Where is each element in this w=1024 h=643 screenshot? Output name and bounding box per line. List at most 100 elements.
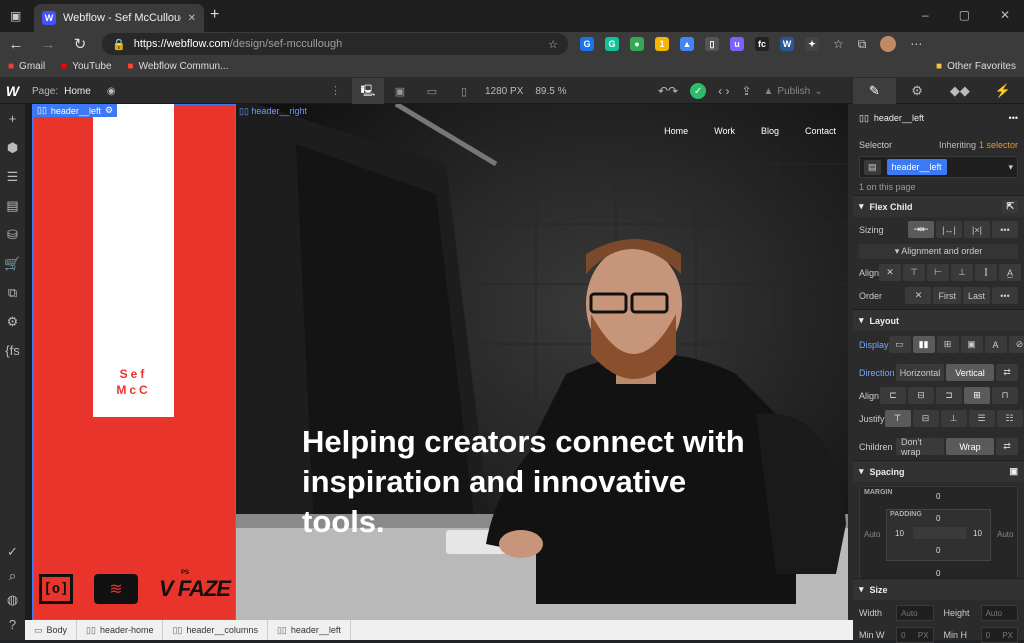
flex-child-section[interactable]: ▾ Flex Child ⇱ (853, 195, 1024, 217)
help-icon[interactable]: ? (0, 612, 25, 636)
breadcrumb-item[interactable]: ▭ Body (25, 620, 78, 640)
gear-icon[interactable]: ⚙ (105, 105, 113, 116)
code-icon[interactable]: ‹ › (718, 84, 729, 98)
maximize-icon[interactable]: ▢ (959, 8, 970, 22)
breadcrumb-item[interactable]: ▯▯ header__left (268, 620, 351, 640)
selector-field[interactable]: ▤ header__left ▾ (859, 156, 1018, 178)
reverse-icon[interactable]: ⇄ (996, 364, 1018, 381)
collections-icon[interactable]: ⧉ (858, 37, 867, 52)
page-selector[interactable]: Page: Home ◉ (32, 78, 116, 104)
back-icon[interactable]: ← (0, 36, 32, 53)
settings-icon[interactable]: ⚙ (0, 307, 25, 336)
bookmark-item[interactable]: ■ YouTube (61, 61, 111, 72)
u-ext-icon[interactable]: u (730, 37, 744, 51)
assets-icon[interactable]: ⧉ (0, 278, 25, 307)
justify-end-icon[interactable]: ⊥ (940, 410, 967, 427)
nav-link-blog[interactable]: Blog (761, 126, 779, 136)
width-input[interactable]: Auto (896, 605, 934, 621)
navigator-icon[interactable]: ☰ (0, 162, 25, 191)
ecommerce-icon[interactable]: 🛒 (0, 249, 25, 278)
fs-ext-icon[interactable]: fc (755, 37, 769, 51)
align-stretch-icon[interactable]: ⫿ (975, 264, 998, 281)
nav-link-home[interactable]: Home (664, 126, 688, 136)
selector-tag[interactable]: header__left (886, 159, 947, 175)
margin-right-value[interactable]: Auto (997, 530, 1013, 539)
users-icon[interactable]: ◍ (0, 588, 25, 612)
align-start-icon[interactable]: ⊤ (903, 264, 926, 281)
hero-heading[interactable]: Helping creators connect with inspiratio… (302, 422, 772, 542)
new-tab-button[interactable]: + (210, 6, 219, 24)
pages-icon[interactable]: ▤ (0, 191, 25, 220)
webflow-logo[interactable]: W (0, 78, 25, 104)
order-more-icon[interactable]: ••• (992, 287, 1018, 304)
more-icon[interactable]: ⋯ (910, 37, 922, 51)
export-icon[interactable]: ⇪ (741, 84, 751, 98)
selected-element-label[interactable]: ▯▯ header__left ⚙ (33, 104, 118, 117)
display-none-icon[interactable]: ⊘ (1008, 336, 1024, 353)
chevron-down-icon[interactable]: ▾ (1008, 162, 1013, 173)
expand-icon[interactable]: ⇱ (1002, 200, 1018, 213)
audit-check-icon[interactable]: ✓ (0, 540, 25, 564)
justify-around-icon[interactable]: ☷ (996, 410, 1023, 427)
grammarly-icon[interactable]: G (605, 37, 619, 51)
display-inline-icon[interactable]: A (984, 336, 1007, 353)
order-last-button[interactable]: Last (962, 287, 990, 304)
margin-top-value[interactable]: 0 (936, 492, 940, 501)
spacing-section[interactable]: ▾ Spacing ▣ (853, 460, 1024, 482)
phone-breakpoint-icon[interactable]: ▯ (448, 78, 480, 104)
symbols-icon[interactable]: ⬢ (0, 133, 25, 162)
justify-between-icon[interactable]: ☰ (968, 410, 995, 427)
favorites-icon[interactable]: ☆ (833, 37, 844, 51)
align-stretch-icon[interactable]: ⊞ (964, 387, 990, 404)
header-right-block[interactable]: Home Work Blog Contact (235, 104, 849, 620)
more-options-icon[interactable]: ••• (992, 221, 1018, 238)
g-ext-icon[interactable]: G (580, 37, 594, 51)
landscape-breakpoint-icon[interactable]: ▭ (416, 78, 448, 104)
add-panel-icon[interactable]: + (0, 104, 25, 133)
wrap-button[interactable]: Wrap (946, 438, 994, 455)
bookmark-item[interactable]: ■ Gmail (8, 61, 45, 72)
margin-bottom-value[interactable]: 0 (936, 569, 940, 578)
display-block-icon[interactable]: ▭ (888, 336, 911, 353)
display-grid-icon[interactable]: ⊞ (936, 336, 959, 353)
tablet-breakpoint-icon[interactable]: ▣ (384, 78, 416, 104)
style-tab-brush-icon[interactable]: ✎ (853, 78, 896, 104)
publish-button[interactable]: ▲ Publish ⌄ (764, 86, 823, 97)
size-section[interactable]: ▾ Size (853, 578, 1024, 600)
browser-tab[interactable]: W Webflow - Sef McCullough ✕ (34, 4, 204, 32)
align-right-icon[interactable]: ⊐ (936, 387, 962, 404)
dot-ext-icon[interactable]: ● (630, 37, 644, 51)
dont-shrink-icon[interactable]: |×| (964, 221, 990, 238)
bookmark-item[interactable]: ■ Webflow Commun... (128, 61, 229, 72)
padding-top-value[interactable]: 0 (936, 514, 940, 523)
grow-icon[interactable]: |↔| (936, 221, 962, 238)
preview-eye-icon[interactable]: ◉ (107, 86, 116, 97)
align-end-icon[interactable]: ⊥ (951, 264, 974, 281)
height-input[interactable]: Auto (980, 605, 1018, 621)
align-left-icon[interactable]: ⊏ (880, 387, 906, 404)
tab-close-icon[interactable]: ✕ (188, 13, 196, 24)
favorite-star-icon[interactable]: ☆ (548, 38, 558, 51)
order-none-icon[interactable]: ✕ (905, 287, 932, 304)
w-ext-icon[interactable]: W (780, 37, 794, 51)
spacing-box-icon[interactable]: ▣ (1009, 466, 1018, 477)
arrow-ext-icon[interactable]: ▲ (680, 37, 694, 51)
cms-icon[interactable]: ⛁ (0, 220, 25, 249)
desktop-star-breakpoint-icon[interactable]: 🖳 (352, 78, 384, 104)
reverse-wrap-icon[interactable]: ⇄ (996, 438, 1018, 455)
alignment-order-toggle[interactable]: ▾ Alignment and order (853, 243, 1024, 259)
phone-ext-icon[interactable]: ▯ (705, 37, 719, 51)
align-center-icon[interactable]: ⊟ (908, 387, 934, 404)
layout-section[interactable]: ▾ Layout (853, 309, 1024, 331)
nav-link-contact[interactable]: Contact (805, 126, 836, 136)
align-baseline-icon[interactable]: A̲ (999, 264, 1022, 281)
nav-link-work[interactable]: Work (714, 126, 735, 136)
minimize-icon[interactable]: – (922, 8, 929, 22)
selector-menu-icon[interactable]: ▤ (864, 159, 881, 175)
align-center-icon[interactable]: ⊢ (927, 264, 950, 281)
margin-left-value[interactable]: Auto (864, 530, 880, 539)
tab-actions-icon[interactable]: ▣ (10, 9, 21, 23)
forward-icon[interactable]: → (32, 36, 64, 53)
reload-icon[interactable]: ↻ (64, 35, 96, 53)
settings-tab-gear-icon[interactable]: ⚙ (896, 78, 939, 104)
